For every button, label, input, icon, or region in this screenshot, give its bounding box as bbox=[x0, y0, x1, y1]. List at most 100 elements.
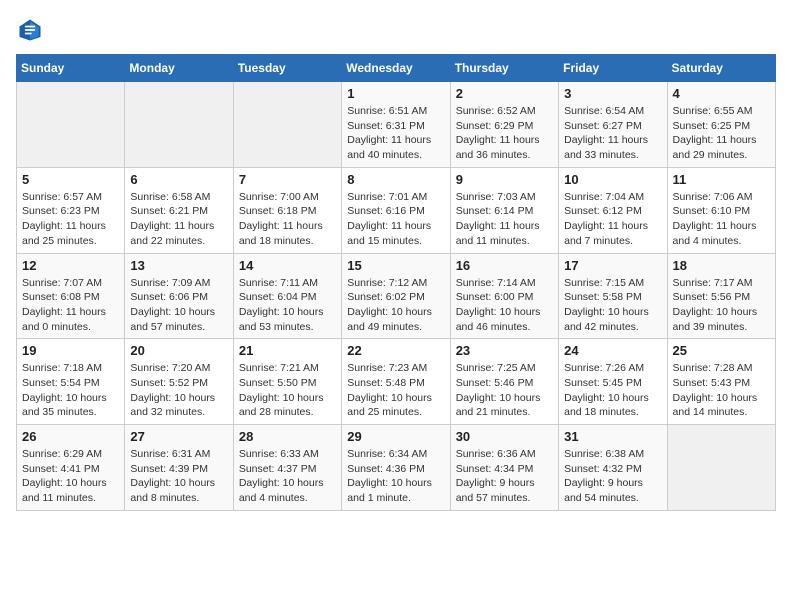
calendar-week-row: 5 Sunrise: 6:57 AM Sunset: 6:23 PM Daylig… bbox=[17, 167, 776, 253]
calendar-cell: 14 Sunrise: 7:11 AM Sunset: 6:04 PM Dayli… bbox=[233, 253, 341, 339]
calendar-cell: 9Sunrise: 7:03 AM Sunset: 6:14 PM Daylig… bbox=[450, 167, 558, 253]
day-info: Sunrise: 6:55 AM Sunset: 6:25 PM Dayligh… bbox=[673, 104, 770, 163]
day-number: 7 bbox=[239, 172, 336, 187]
day-info: Sunrise: 7:25 AM Sunset: 5:46 PM Dayligh… bbox=[456, 361, 553, 420]
day-number: 28 bbox=[239, 429, 336, 444]
day-number: 21 bbox=[239, 343, 336, 358]
calendar-cell: 31Sunrise: 6:38 AM Sunset: 4:32 PM Dayli… bbox=[559, 425, 667, 511]
calendar-cell: 20 Sunrise: 7:20 AM Sunset: 5:52 PM Dayli… bbox=[125, 339, 233, 425]
day-number: 26 bbox=[22, 429, 119, 444]
calendar-cell: 23Sunrise: 7:25 AM Sunset: 5:46 PM Dayli… bbox=[450, 339, 558, 425]
calendar-cell: 13 Sunrise: 7:09 AM Sunset: 6:06 PM Dayli… bbox=[125, 253, 233, 339]
day-info: Sunrise: 6:33 AM Sunset: 4:37 PM Dayligh… bbox=[239, 447, 336, 506]
day-info: Sunrise: 7:14 AM Sunset: 6:00 PM Dayligh… bbox=[456, 276, 553, 335]
calendar-cell bbox=[667, 425, 775, 511]
calendar-cell: 25Sunrise: 7:28 AM Sunset: 5:43 PM Dayli… bbox=[667, 339, 775, 425]
calendar-cell: 10 Sunrise: 7:04 AM Sunset: 6:12 PM Dayli… bbox=[559, 167, 667, 253]
day-number: 24 bbox=[564, 343, 661, 358]
day-number: 15 bbox=[347, 258, 444, 273]
day-info: Sunrise: 7:23 AM Sunset: 5:48 PM Dayligh… bbox=[347, 361, 444, 420]
day-info: Sunrise: 7:17 AM Sunset: 5:56 PM Dayligh… bbox=[673, 276, 770, 335]
calendar-cell: 16 Sunrise: 7:14 AM Sunset: 6:00 PM Dayli… bbox=[450, 253, 558, 339]
day-number: 18 bbox=[673, 258, 770, 273]
weekday-header-friday: Friday bbox=[559, 55, 667, 82]
day-info: Sunrise: 7:11 AM Sunset: 6:04 PM Dayligh… bbox=[239, 276, 336, 335]
calendar-cell: 26 Sunrise: 6:29 AM Sunset: 4:41 PM Dayli… bbox=[17, 425, 125, 511]
day-number: 3 bbox=[564, 86, 661, 101]
day-number: 1 bbox=[347, 86, 444, 101]
day-info: Sunrise: 7:12 AM Sunset: 6:02 PM Dayligh… bbox=[347, 276, 444, 335]
day-number: 8 bbox=[347, 172, 444, 187]
calendar-cell bbox=[125, 82, 233, 168]
day-number: 12 bbox=[22, 258, 119, 273]
page-header bbox=[16, 16, 776, 44]
calendar-cell: 1Sunrise: 6:51 AM Sunset: 6:31 PM Daylig… bbox=[342, 82, 450, 168]
day-number: 22 bbox=[347, 343, 444, 358]
day-number: 20 bbox=[130, 343, 227, 358]
day-info: Sunrise: 6:54 AM Sunset: 6:27 PM Dayligh… bbox=[564, 104, 661, 163]
day-number: 17 bbox=[564, 258, 661, 273]
day-info: Sunrise: 6:34 AM Sunset: 4:36 PM Dayligh… bbox=[347, 447, 444, 506]
calendar-cell: 4 Sunrise: 6:55 AM Sunset: 6:25 PM Daylig… bbox=[667, 82, 775, 168]
day-info: Sunrise: 6:29 AM Sunset: 4:41 PM Dayligh… bbox=[22, 447, 119, 506]
calendar-cell: 12 Sunrise: 7:07 AM Sunset: 6:08 PM Dayli… bbox=[17, 253, 125, 339]
day-number: 6 bbox=[130, 172, 227, 187]
day-info: Sunrise: 7:07 AM Sunset: 6:08 PM Dayligh… bbox=[22, 276, 119, 335]
logo-icon bbox=[16, 16, 44, 44]
day-number: 10 bbox=[564, 172, 661, 187]
day-info: Sunrise: 6:36 AM Sunset: 4:34 PM Dayligh… bbox=[456, 447, 553, 506]
day-number: 14 bbox=[239, 258, 336, 273]
day-info: Sunrise: 7:04 AM Sunset: 6:12 PM Dayligh… bbox=[564, 190, 661, 249]
day-info: Sunrise: 6:31 AM Sunset: 4:39 PM Dayligh… bbox=[130, 447, 227, 506]
day-info: Sunrise: 7:03 AM Sunset: 6:14 PM Dayligh… bbox=[456, 190, 553, 249]
calendar-cell: 18 Sunrise: 7:17 AM Sunset: 5:56 PM Dayli… bbox=[667, 253, 775, 339]
calendar-cell: 3 Sunrise: 6:54 AM Sunset: 6:27 PM Daylig… bbox=[559, 82, 667, 168]
day-info: Sunrise: 7:06 AM Sunset: 6:10 PM Dayligh… bbox=[673, 190, 770, 249]
day-info: Sunrise: 7:21 AM Sunset: 5:50 PM Dayligh… bbox=[239, 361, 336, 420]
day-number: 13 bbox=[130, 258, 227, 273]
calendar-cell: 11 Sunrise: 7:06 AM Sunset: 6:10 PM Dayli… bbox=[667, 167, 775, 253]
calendar-cell: 19 Sunrise: 7:18 AM Sunset: 5:54 PM Dayli… bbox=[17, 339, 125, 425]
calendar-cell bbox=[17, 82, 125, 168]
day-info: Sunrise: 7:01 AM Sunset: 6:16 PM Dayligh… bbox=[347, 190, 444, 249]
day-info: Sunrise: 7:09 AM Sunset: 6:06 PM Dayligh… bbox=[130, 276, 227, 335]
day-info: Sunrise: 7:00 AM Sunset: 6:18 PM Dayligh… bbox=[239, 190, 336, 249]
calendar-cell: 30Sunrise: 6:36 AM Sunset: 4:34 PM Dayli… bbox=[450, 425, 558, 511]
day-info: Sunrise: 6:38 AM Sunset: 4:32 PM Dayligh… bbox=[564, 447, 661, 506]
calendar-cell: 15 Sunrise: 7:12 AM Sunset: 6:02 PM Dayli… bbox=[342, 253, 450, 339]
calendar-week-row: 26 Sunrise: 6:29 AM Sunset: 4:41 PM Dayli… bbox=[17, 425, 776, 511]
day-number: 11 bbox=[673, 172, 770, 187]
calendar-cell: 6 Sunrise: 6:58 AM Sunset: 6:21 PM Daylig… bbox=[125, 167, 233, 253]
calendar-week-row: 19 Sunrise: 7:18 AM Sunset: 5:54 PM Dayli… bbox=[17, 339, 776, 425]
day-number: 16 bbox=[456, 258, 553, 273]
day-number: 25 bbox=[673, 343, 770, 358]
day-number: 19 bbox=[22, 343, 119, 358]
calendar-cell: 7 Sunrise: 7:00 AM Sunset: 6:18 PM Daylig… bbox=[233, 167, 341, 253]
day-info: Sunrise: 7:18 AM Sunset: 5:54 PM Dayligh… bbox=[22, 361, 119, 420]
weekday-header-tuesday: Tuesday bbox=[233, 55, 341, 82]
calendar-cell: 24Sunrise: 7:26 AM Sunset: 5:45 PM Dayli… bbox=[559, 339, 667, 425]
logo bbox=[16, 16, 48, 44]
day-number: 5 bbox=[22, 172, 119, 187]
calendar-cell: 17Sunrise: 7:15 AM Sunset: 5:58 PM Dayli… bbox=[559, 253, 667, 339]
day-number: 29 bbox=[347, 429, 444, 444]
day-info: Sunrise: 6:52 AM Sunset: 6:29 PM Dayligh… bbox=[456, 104, 553, 163]
day-info: Sunrise: 7:20 AM Sunset: 5:52 PM Dayligh… bbox=[130, 361, 227, 420]
weekday-header-row: SundayMondayTuesdayWednesdayThursdayFrid… bbox=[17, 55, 776, 82]
calendar-week-row: 1Sunrise: 6:51 AM Sunset: 6:31 PM Daylig… bbox=[17, 82, 776, 168]
calendar-cell: 27Sunrise: 6:31 AM Sunset: 4:39 PM Dayli… bbox=[125, 425, 233, 511]
calendar-cell: 5 Sunrise: 6:57 AM Sunset: 6:23 PM Daylig… bbox=[17, 167, 125, 253]
calendar-cell: 2 Sunrise: 6:52 AM Sunset: 6:29 PM Daylig… bbox=[450, 82, 558, 168]
day-info: Sunrise: 6:58 AM Sunset: 6:21 PM Dayligh… bbox=[130, 190, 227, 249]
weekday-header-wednesday: Wednesday bbox=[342, 55, 450, 82]
calendar-cell: 28 Sunrise: 6:33 AM Sunset: 4:37 PM Dayli… bbox=[233, 425, 341, 511]
day-number: 4 bbox=[673, 86, 770, 101]
day-info: Sunrise: 6:57 AM Sunset: 6:23 PM Dayligh… bbox=[22, 190, 119, 249]
calendar-cell: 8 Sunrise: 7:01 AM Sunset: 6:16 PM Daylig… bbox=[342, 167, 450, 253]
calendar-table: SundayMondayTuesdayWednesdayThursdayFrid… bbox=[16, 54, 776, 511]
calendar-cell: 29 Sunrise: 6:34 AM Sunset: 4:36 PM Dayli… bbox=[342, 425, 450, 511]
calendar-cell bbox=[233, 82, 341, 168]
calendar-week-row: 12 Sunrise: 7:07 AM Sunset: 6:08 PM Dayli… bbox=[17, 253, 776, 339]
day-number: 2 bbox=[456, 86, 553, 101]
weekday-header-thursday: Thursday bbox=[450, 55, 558, 82]
